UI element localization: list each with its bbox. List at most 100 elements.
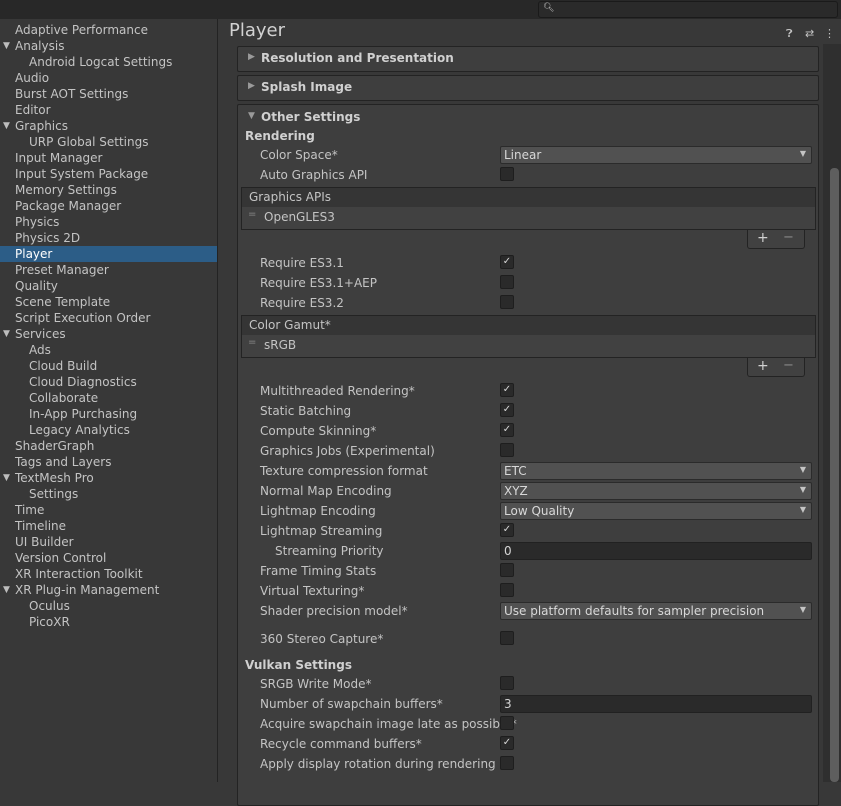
sidebar-item-timeline[interactable]: Timeline bbox=[0, 518, 217, 534]
sidebar-item-physics-2d[interactable]: Physics 2D bbox=[0, 230, 217, 246]
list-item[interactable]: sRGB bbox=[264, 338, 296, 352]
lightmap-streaming-checkbox[interactable]: ✓ bbox=[500, 523, 514, 537]
sidebar-item-tags-and-layers[interactable]: Tags and Layers bbox=[0, 454, 217, 470]
streaming-priority-field[interactable]: 0 bbox=[500, 542, 812, 560]
graphics-jobs-checkbox[interactable] bbox=[500, 443, 514, 457]
page-title: Player bbox=[229, 20, 286, 41]
stereo-capture-checkbox[interactable] bbox=[500, 631, 514, 645]
sidebar-item-time[interactable]: Time bbox=[0, 502, 217, 518]
scrollbar-thumb[interactable] bbox=[830, 168, 839, 782]
chevron-down-icon[interactable]: ▼ bbox=[3, 38, 10, 54]
chevron-down-icon[interactable]: ▼ bbox=[3, 582, 10, 598]
sidebar-item-memory-settings[interactable]: Memory Settings bbox=[0, 182, 217, 198]
sidebar-item-editor[interactable]: Editor bbox=[0, 102, 217, 118]
sidebar-item-xr-plugin-management[interactable]: ▼ XR Plug-in Management bbox=[0, 582, 217, 598]
sidebar-item-burst-aot[interactable]: Burst AOT Settings bbox=[0, 86, 217, 102]
foldout-other-settings[interactable]: Other Settings bbox=[261, 110, 360, 124]
virtual-texturing-checkbox[interactable] bbox=[500, 583, 514, 597]
color-gamut-list-footer: + − bbox=[747, 358, 805, 377]
sidebar-item-input-system[interactable]: Input System Package bbox=[0, 166, 217, 182]
static-batching-label: Static Batching bbox=[260, 404, 352, 418]
streaming-priority-label: Streaming Priority bbox=[275, 544, 384, 558]
swapchain-buffers-field[interactable]: 3 bbox=[500, 695, 812, 713]
sidebar-item-cloud-diagnostics[interactable]: Cloud Diagnostics bbox=[0, 374, 217, 390]
graphics-apis-list-header: Graphics APIs bbox=[241, 187, 816, 208]
display-rotation-checkbox[interactable] bbox=[500, 756, 514, 770]
sidebar-item-ui-builder[interactable]: UI Builder bbox=[0, 534, 217, 550]
compute-skinning-checkbox[interactable]: ✓ bbox=[500, 423, 514, 437]
more-menu-icon[interactable]: ⋮ bbox=[824, 27, 835, 40]
sidebar-item-ads[interactable]: Ads bbox=[0, 342, 217, 358]
sidebar-item-textmesh-pro[interactable]: ▼ TextMesh Pro bbox=[0, 470, 217, 486]
sidebar-item-version-control[interactable]: Version Control bbox=[0, 550, 217, 566]
frame-timing-stats-checkbox[interactable] bbox=[500, 563, 514, 577]
list-item[interactable]: OpenGLES3 bbox=[264, 210, 335, 224]
sidebar-item-services[interactable]: ▼ Services bbox=[0, 326, 217, 342]
frame-timing-stats-label: Frame Timing Stats bbox=[260, 564, 377, 578]
sidebar-item-preset-manager[interactable]: Preset Manager bbox=[0, 262, 217, 278]
dropdown-arrow-icon: ▼ bbox=[799, 149, 806, 158]
chevron-down-icon[interactable]: ▼ bbox=[248, 111, 255, 121]
add-icon[interactable]: + bbox=[757, 358, 769, 374]
texture-compression-dropdown[interactable]: ETC ▼ bbox=[500, 462, 812, 480]
sidebar-item-legacy-analytics[interactable]: Legacy Analytics bbox=[0, 422, 217, 438]
sidebar-item-picoxr[interactable]: PicoXR bbox=[0, 614, 217, 630]
remove-icon[interactable]: − bbox=[783, 358, 794, 373]
drag-handle-icon[interactable]: = bbox=[248, 209, 256, 220]
color-gamut-list: = sRGB bbox=[241, 335, 816, 358]
sidebar-item-package-manager[interactable]: Package Manager bbox=[0, 198, 217, 214]
sidebar-item-xr-interaction-toolkit[interactable]: XR Interaction Toolkit bbox=[0, 566, 217, 582]
require-es31-aep-label: Require ES3.1+AEP bbox=[260, 276, 377, 290]
sidebar-item-audio[interactable]: Audio bbox=[0, 70, 217, 86]
acquire-late-checkbox[interactable] bbox=[500, 716, 514, 730]
shader-precision-dropdown[interactable]: Use platform defaults for sampler precis… bbox=[500, 602, 812, 620]
foldout-splash-image[interactable]: ▶ Splash Image bbox=[237, 75, 819, 101]
require-es32-checkbox[interactable] bbox=[500, 295, 514, 309]
section-rendering: Rendering bbox=[245, 129, 315, 143]
require-es31-aep-checkbox[interactable] bbox=[500, 275, 514, 289]
search-input[interactable]: 🔍︎ bbox=[538, 1, 838, 18]
virtual-texturing-label: Virtual Texturing* bbox=[260, 584, 365, 598]
auto-graphics-api-checkbox[interactable] bbox=[500, 167, 514, 181]
sidebar-item-input-manager[interactable]: Input Manager bbox=[0, 150, 217, 166]
sidebar-item-script-execution-order[interactable]: Script Execution Order bbox=[0, 310, 217, 326]
sidebar-item-adaptive-performance[interactable]: Adaptive Performance bbox=[0, 22, 217, 38]
preset-icon[interactable]: ⇄ bbox=[805, 27, 814, 40]
sidebar-item-graphics[interactable]: ▼ Graphics bbox=[0, 118, 217, 134]
sidebar-item-in-app-purchasing[interactable]: In-App Purchasing bbox=[0, 406, 217, 422]
color-space-dropdown[interactable]: Linear ▼ bbox=[500, 146, 812, 164]
sidebar-item-player[interactable]: Player bbox=[0, 246, 217, 262]
sidebar-item-cloud-build[interactable]: Cloud Build bbox=[0, 358, 217, 374]
chevron-down-icon[interactable]: ▼ bbox=[3, 326, 10, 342]
chevron-down-icon[interactable]: ▼ bbox=[3, 118, 10, 134]
srgb-write-mode-checkbox[interactable] bbox=[500, 676, 514, 690]
recycle-buffers-checkbox[interactable]: ✓ bbox=[500, 736, 514, 750]
sidebar-item-android-logcat[interactable]: Android Logcat Settings bbox=[0, 54, 217, 70]
chevron-down-icon[interactable]: ▼ bbox=[3, 470, 10, 486]
multithreaded-rendering-checkbox[interactable]: ✓ bbox=[500, 383, 514, 397]
sidebar-item-textmesh-settings[interactable]: Settings bbox=[0, 486, 217, 502]
lightmap-encoding-dropdown[interactable]: Low Quality ▼ bbox=[500, 502, 812, 520]
shader-precision-label: Shader precision model* bbox=[260, 604, 408, 618]
normal-map-encoding-dropdown[interactable]: XYZ ▼ bbox=[500, 482, 812, 500]
swapchain-buffers-label: Number of swapchain buffers* bbox=[260, 697, 443, 711]
sidebar-item-urp-global[interactable]: URP Global Settings bbox=[0, 134, 217, 150]
recycle-buffers-label: Recycle command buffers* bbox=[260, 737, 422, 751]
sidebar-item-oculus[interactable]: Oculus bbox=[0, 598, 217, 614]
add-icon[interactable]: + bbox=[757, 230, 769, 246]
sidebar-item-scene-template[interactable]: Scene Template bbox=[0, 294, 217, 310]
remove-icon[interactable]: − bbox=[783, 230, 794, 245]
help-icon[interactable]: ❓︎ bbox=[786, 27, 793, 41]
sidebar-item-physics[interactable]: Physics bbox=[0, 214, 217, 230]
static-batching-checkbox[interactable]: ✓ bbox=[500, 403, 514, 417]
sidebar-item-analysis[interactable]: ▼ Analysis bbox=[0, 38, 217, 54]
sidebar-item-quality[interactable]: Quality bbox=[0, 278, 217, 294]
drag-handle-icon[interactable]: = bbox=[248, 337, 256, 348]
dropdown-arrow-icon: ▼ bbox=[799, 605, 806, 614]
stereo-capture-label: 360 Stereo Capture* bbox=[260, 632, 384, 646]
require-es31-checkbox[interactable]: ✓ bbox=[500, 255, 514, 269]
sidebar-item-shadergraph[interactable]: ShaderGraph bbox=[0, 438, 217, 454]
sidebar-item-collaborate[interactable]: Collaborate bbox=[0, 390, 217, 406]
foldout-resolution-presentation[interactable]: ▶ Resolution and Presentation bbox=[237, 46, 819, 72]
chevron-right-icon: ▶ bbox=[248, 81, 255, 91]
